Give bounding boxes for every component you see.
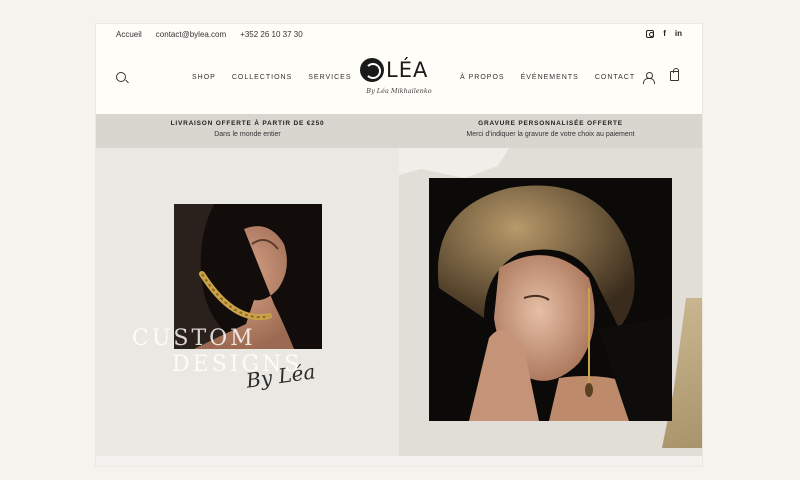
- facebook-icon[interactable]: f: [663, 29, 666, 38]
- nav-a-propos[interactable]: À PROPOS: [460, 74, 505, 81]
- nav-shop[interactable]: SHOP: [192, 74, 216, 81]
- engraving-info: GRAVURE PERSONNALISÉE OFFERTE Merci d'in…: [399, 120, 702, 138]
- website-frame: Accueil contact@bylea.com +352 26 10 37 …: [96, 24, 702, 466]
- nav-contact[interactable]: CONTACT: [595, 74, 635, 81]
- search-icon[interactable]: [116, 72, 126, 82]
- logo-mark-icon: [360, 58, 384, 82]
- engraving-subtitle: Merci d'indiquer la gravure de votre cho…: [466, 131, 635, 138]
- site-header: SHOP COLLECTIONS SERVICES LÉA By Léa Mik…: [96, 44, 702, 114]
- email-link[interactable]: contact@bylea.com: [156, 30, 226, 39]
- logo-wordmark: LÉA: [386, 58, 429, 82]
- engraving-title: GRAVURE PERSONNALISÉE OFFERTE: [478, 120, 623, 127]
- nav-collections[interactable]: COLLECTIONS: [232, 74, 292, 81]
- top-bar: Accueil contact@bylea.com +352 26 10 37 …: [96, 24, 702, 44]
- brand-logo[interactable]: LÉA By Léa Mikhailenko: [358, 56, 440, 102]
- shipping-title: LIVRAISON OFFERTE À PARTIR DE €250: [170, 120, 325, 127]
- hero-photo-earrings[interactable]: [429, 178, 672, 421]
- phone-link[interactable]: +352 26 10 37 30: [240, 30, 303, 39]
- info-banner: LIVRAISON OFFERTE À PARTIR DE €250 Dans …: [96, 114, 702, 148]
- home-link[interactable]: Accueil: [116, 30, 142, 39]
- torn-paper-decoration: [399, 148, 509, 178]
- nav-evenements[interactable]: ÉVÉNEMENTS: [521, 74, 579, 81]
- main-nav-right: À PROPOS ÉVÉNEMENTS CONTACT: [460, 74, 635, 81]
- page-bottom-edge: [96, 456, 702, 466]
- hero-title-line1: CUSTOM: [132, 326, 256, 351]
- shipping-subtitle: Dans le monde entier: [214, 131, 281, 138]
- instagram-icon[interactable]: [646, 29, 655, 38]
- main-nav-left: SHOP COLLECTIONS SERVICES: [192, 74, 352, 81]
- account-icon[interactable]: [643, 72, 655, 84]
- linkedin-icon[interactable]: in: [675, 29, 682, 38]
- cart-icon[interactable]: [670, 68, 679, 81]
- logo-signature: By Léa Mikhailenko: [366, 87, 432, 95]
- nav-services[interactable]: SERVICES: [308, 74, 351, 81]
- shipping-info: LIVRAISON OFFERTE À PARTIR DE €250 Dans …: [96, 120, 399, 138]
